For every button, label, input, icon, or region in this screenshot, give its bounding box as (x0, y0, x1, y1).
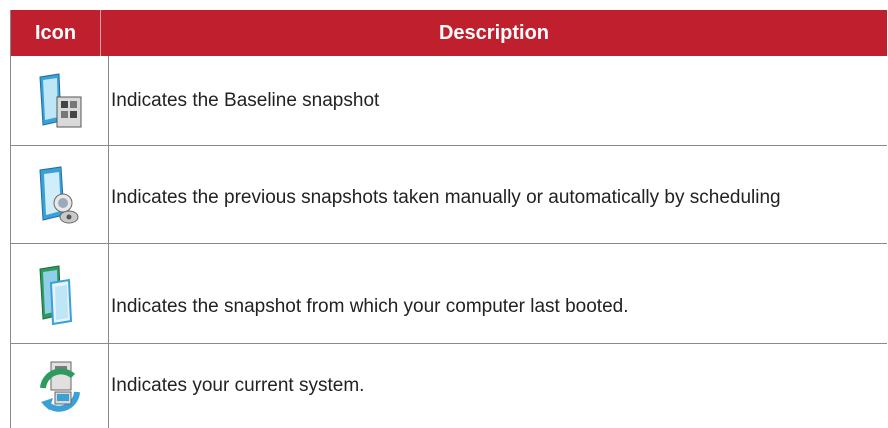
description-cell: Indicates the Baseline snapshot (111, 89, 380, 111)
table-header: Icon Description (11, 10, 887, 56)
description-cell: Indicates the snapshot from which your c… (111, 295, 629, 317)
description-cell: Indicates the previous snapshots taken m… (111, 186, 781, 208)
icon-cell (11, 244, 109, 343)
icon-description-table: Icon Description Indicates the Baseline … (10, 10, 887, 428)
icon-column-header: Icon (11, 10, 101, 56)
description-cell: Indicates your current system. (111, 375, 365, 396)
last-booted-snapshot-icon (37, 263, 83, 325)
icon-cell (11, 56, 109, 145)
table-row: Indicates your current system. (11, 344, 887, 428)
table-row: Indicates the previous snapshots taken m… (11, 146, 887, 244)
table-row: Indicates the Baseline snapshot (11, 56, 887, 146)
description-column-header: Description (438, 21, 550, 44)
icon-cell (11, 146, 109, 243)
current-system-icon (37, 358, 83, 414)
table-row: Indicates the snapshot from which your c… (11, 244, 887, 344)
previous-snapshot-icon (37, 165, 83, 225)
baseline-snapshot-icon (37, 71, 83, 131)
icon-cell (11, 344, 109, 428)
